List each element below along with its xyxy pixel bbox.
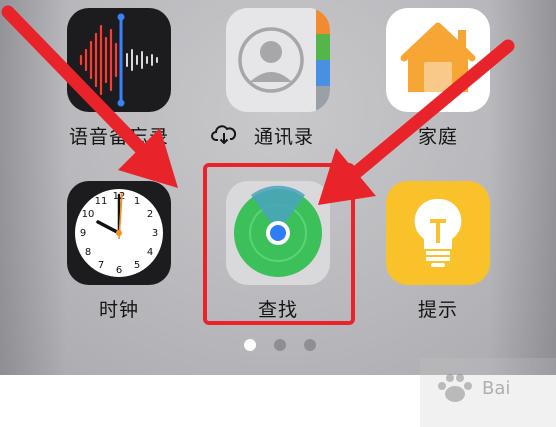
svg-text:Bai: Bai (482, 378, 510, 399)
red-arrow-left (1, 5, 178, 188)
red-arrow-right (318, 39, 515, 205)
baidu-watermark: Bai (420, 358, 556, 427)
